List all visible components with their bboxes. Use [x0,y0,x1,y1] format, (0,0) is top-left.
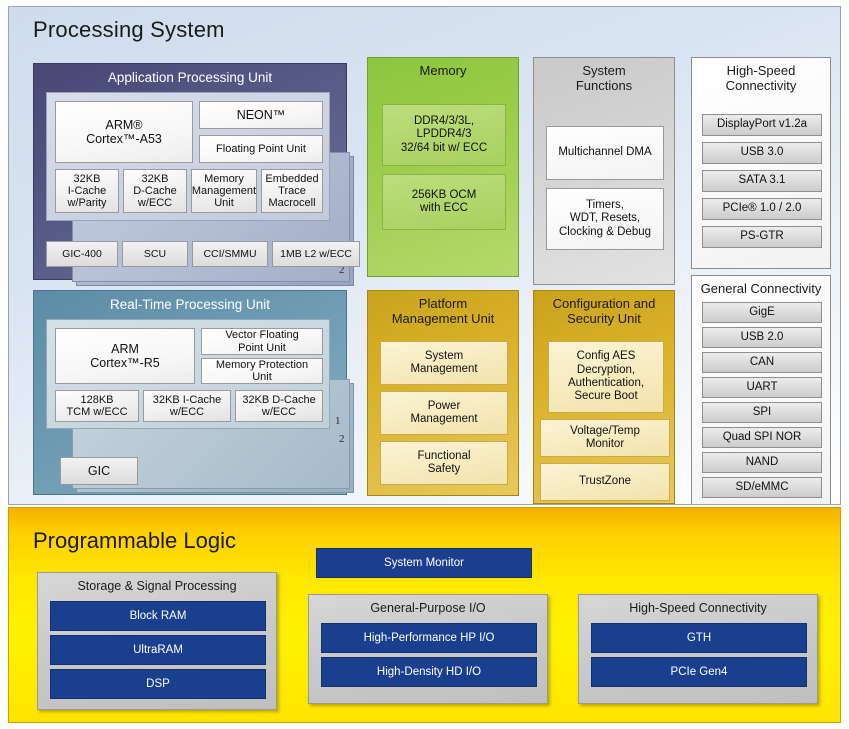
apu-scu-block: SCU [122,241,188,267]
rpu-tcm-block: 128KB TCM w/ECC [55,390,139,422]
rpu-stack-label-1: 1 [335,415,341,427]
application-processing-unit: Application Processing Unit 1 2 ARM®Cort… [33,63,360,286]
apu-cpu-block: ARM® Cortex™-A53 [55,101,193,163]
csu-title: Configuration and Security Unit [552,296,656,327]
csu-voltage-temp-monitor-block: Voltage/Temp Monitor [540,419,670,457]
block-diagram: Processing System Application Processing… [0,0,849,729]
pl-general-purpose-io-card: General-Purpose I/O High-Performance HP … [308,594,548,704]
rpu-core-panel: ARM Cortex™-R5 Vector Floating Point Unit … [46,319,330,429]
csu-trustzone-block: TrustZone [540,463,670,501]
pl-hp-io-block: High-Performance HP I/O [321,623,537,653]
ps-high-speed-connectivity-card: High-Speed Connectivity DisplayPort v1.2a… [691,57,831,269]
rpu-dcache-block: 32KB D-Cache w/ECC [235,390,323,422]
gc-uart-block: UART [702,377,822,398]
apu-core-panel: ARM® Cortex™-A53 NEON™ Floating Point Uni… [46,92,330,221]
rpu-gic-block: GIC [60,457,138,485]
ps-hsc-pcie-block: PCIe® 1.0 / 2.0 [702,198,822,220]
gc-usb2-block: USB 2.0 [702,327,822,348]
pl-dsp-block: DSP [50,669,266,699]
csu-config-aes-block: Config AES Decryption, Authentication, Secu… [548,341,664,413]
pmu-system-management-block: System Management [380,341,508,385]
apu-title: Application Processing Unit [107,70,273,85]
rpu-title: Real-Time Processing Unit [109,297,271,312]
processing-system-title: Processing System [33,17,225,42]
apu-l2-cache-block: 1MB L2 w/ECC [272,241,360,267]
apu-dcache-block: 32KB D-Cache w/ECC [123,169,187,213]
gc-quad-spi-nor-block: Quad SPI NOR [702,427,822,448]
pl-pcie-gen4-block: PCIe Gen4 [591,657,807,687]
configuration-security-unit-card: Configuration and Security Unit Config AE… [533,290,675,504]
ps-hsc-title: High-Speed Connectivity [725,63,797,94]
ps-hsc-sata-block: SATA 3.1 [702,170,822,192]
gc-sd-emmc-block: SD/eMMC [702,477,822,498]
apu-neon-block: NEON™ [199,101,323,129]
general-connectivity-title: General Connectivity [700,281,822,296]
pl-storage-signal-processing-card: Storage & Signal Processing Block RAM Ul… [37,572,277,710]
pl-ssp-title: Storage & Signal Processing [77,579,237,593]
general-connectivity-card: General Connectivity GigE USB 2.0 CAN UA… [691,275,831,504]
pl-hsc-title: High-Speed Connectivity [629,601,767,615]
apu-bus-row: GIC-400 SCU CCI/SMMU 1MB L2 w/ECC [46,241,360,267]
pmu-title: Platform Management Unit [391,296,495,327]
system-functions-title: System Functions [575,63,633,94]
apu-icache-block: 32KB I-Cache w/Parity [55,169,119,213]
pl-hd-io-block: High-Density HD I/O [321,657,537,687]
pl-gpio-title: General-Purpose I/O [370,601,486,615]
ps-hsc-psgtr-block: PS-GTR [702,226,822,248]
gc-gige-block: GigE [702,302,822,323]
pl-gth-block: GTH [591,623,807,653]
memory-card: Memory DDR4/3/3L, LPDDR4/3 32/64 bit w/ EC… [367,57,519,277]
programmable-logic-section: Programmable Logic System Monitor Storag… [8,507,841,723]
apu-cci-smmu-block: CCI/SMMU [192,241,268,267]
processing-system-section: Processing System Application Processing… [8,6,841,505]
rpu-icache-block: 32KB I-Cache w/ECC [143,390,231,422]
pl-high-speed-connectivity-card: High-Speed Connectivity GTH PCIe Gen4 [578,594,818,704]
system-functions-timers-block: Timers, WDT, Resets, Clocking & Debug [546,188,664,250]
rpu-vfpu-block: Vector Floating Point Unit [201,328,323,355]
rpu-cpu-block: ARM Cortex™-R5 [55,328,195,384]
ps-hsc-usb3-block: USB 3.0 [702,142,822,164]
platform-management-unit-card: Platform Management Unit System Management… [367,290,519,496]
gc-can-block: CAN [702,352,822,373]
rpu-stack-label-2: 2 [339,433,345,445]
rpu-mpu-block: Memory Protection Unit [201,358,323,384]
ps-hsc-displayport-block: DisplayPort v1.2a [702,114,822,136]
apu-gic400-block: GIC-400 [46,241,118,267]
pmu-functional-safety-block: Functional Safety [380,441,508,485]
apu-etm-block: Embedded Trace Macrocell [261,169,323,213]
pmu-power-management-block: Power Management [380,391,508,435]
memory-ddr-block: DDR4/3/3L, LPDDR4/3 32/64 bit w/ ECC [382,104,506,166]
apu-fpu-block: Floating Point Unit [199,135,323,163]
pl-block-ram-block: Block RAM [50,601,266,631]
memory-ocm-block: 256KB OCM with ECC [382,174,506,230]
system-functions-card: System Functions Multichannel DMA Timers,… [533,57,675,285]
pl-system-monitor-block: System Monitor [316,548,532,578]
real-time-processing-unit: Real-Time Processing Unit 1 2 ARM Cortex™… [33,290,354,495]
pl-ultraram-block: UltraRAM [50,635,266,665]
gc-spi-block: SPI [702,402,822,423]
system-functions-dma-block: Multichannel DMA [546,126,664,180]
programmable-logic-title: Programmable Logic [33,528,236,553]
apu-mmu-block: Memory Management Unit [191,169,257,213]
memory-title: Memory [419,63,467,78]
gc-nand-block: NAND [702,452,822,473]
